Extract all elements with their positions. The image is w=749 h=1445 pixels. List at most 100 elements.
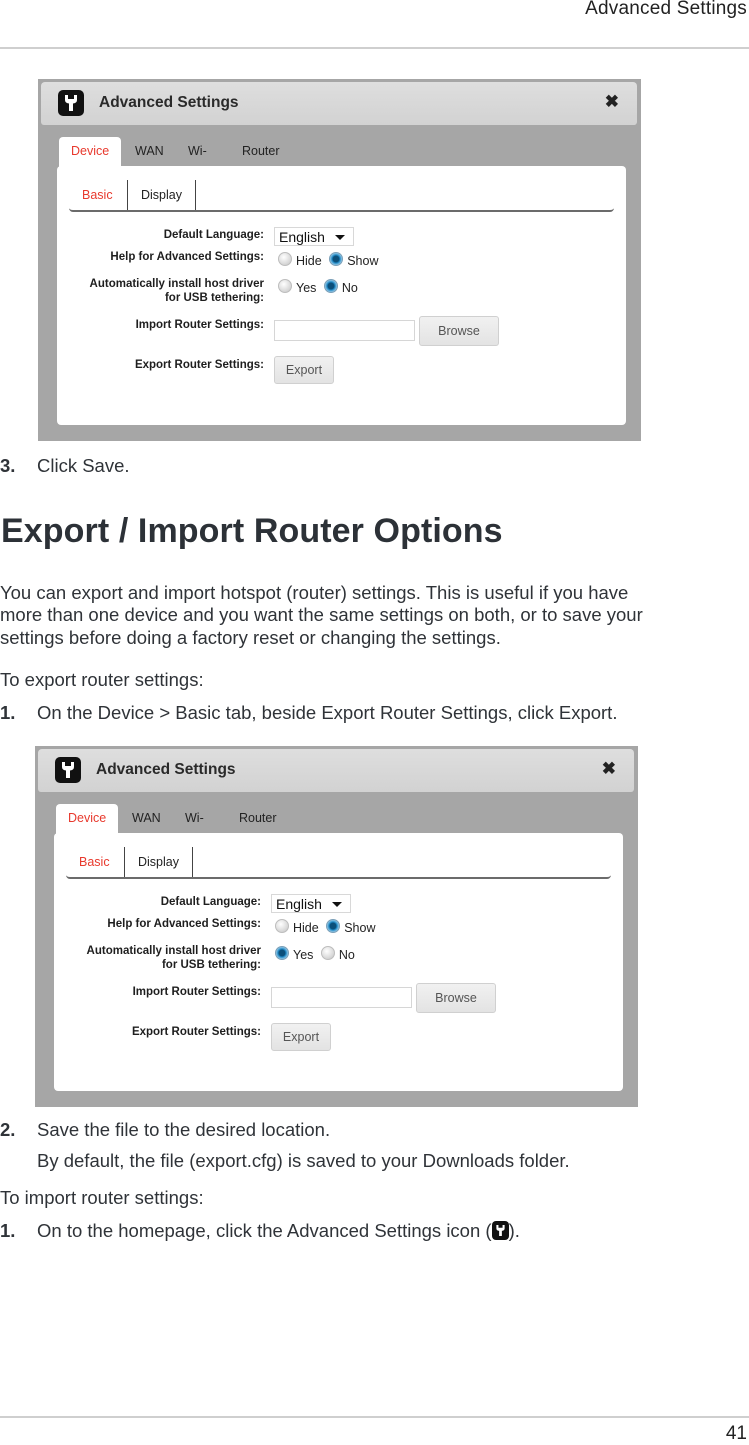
usb-tethering-label: Automatically install host driver for US… xyxy=(90,277,264,305)
step-click-save: 3. Click Save. xyxy=(0,455,130,477)
tab-device[interactable]: Device xyxy=(59,137,122,167)
default-language-label: Default Language: xyxy=(160,896,261,908)
step-text: On the Device > Basic tab, beside Export… xyxy=(37,702,618,723)
export-button[interactable]: Export xyxy=(271,1023,331,1051)
subtab-divider xyxy=(195,180,196,210)
usb-no-label: No xyxy=(341,280,358,295)
tab-device[interactable]: Device xyxy=(56,804,119,834)
sub-tabs: Basic Display xyxy=(69,180,614,212)
default-language-label: Default Language: xyxy=(163,229,264,241)
header-rule xyxy=(0,47,749,49)
tab-wifi[interactable]: Wi-Fi xyxy=(185,804,204,853)
export-step-2: 2. Save the file to the desired location… xyxy=(0,1119,330,1141)
dialog-title: Advanced Settings xyxy=(99,94,239,111)
import-step-1: 1. On to the homepage, click the Advance… xyxy=(0,1220,520,1242)
export-settings-label: Export Router Settings: xyxy=(131,1026,261,1038)
usb-yes-radio[interactable] xyxy=(278,278,292,293)
intro-line-2: more than one device and you want the sa… xyxy=(0,604,643,625)
section-heading: Export / Import Router Options xyxy=(1,512,503,550)
export-note: By default, the file (export.cfg) is sav… xyxy=(37,1150,570,1171)
step-text: Save the file to the desired location. xyxy=(37,1119,331,1140)
step-text: On to the homepage, click the Advanced S… xyxy=(37,1220,520,1242)
import-intro: To import router settings: xyxy=(0,1187,204,1208)
usb-yes-label: Yes xyxy=(296,280,317,295)
wrench-icon xyxy=(58,90,84,116)
help-settings-radio-group: Hide Show xyxy=(275,918,379,935)
default-language-value: English xyxy=(279,229,325,245)
dialog-titlebar: Advanced Settings ✖ xyxy=(38,749,634,792)
tab-router[interactable]: Router xyxy=(242,137,280,167)
help-show-label: Show xyxy=(347,253,379,268)
subtab-divider xyxy=(127,180,128,210)
step-text: Click Save. xyxy=(37,455,130,476)
help-hide-label: Hide xyxy=(296,253,322,268)
help-hide-radio[interactable] xyxy=(275,918,289,933)
usb-yes-radio[interactable] xyxy=(275,945,289,960)
subtab-divider xyxy=(124,847,125,877)
tab-wifi[interactable]: Wi-Fi xyxy=(188,137,207,186)
help-settings-label: Help for Advanced Settings: xyxy=(110,251,264,263)
help-hide-radio[interactable] xyxy=(278,251,292,266)
export-intro: To export router settings: xyxy=(0,669,204,690)
subtab-display[interactable]: Display xyxy=(141,180,182,210)
sub-tabs: Basic Display xyxy=(66,847,611,879)
default-language-select[interactable]: English xyxy=(274,227,354,246)
export-button[interactable]: Export xyxy=(274,356,334,384)
usb-tethering-radio-group: Yes No xyxy=(278,278,362,295)
footer-rule xyxy=(0,1416,749,1418)
subtab-basic[interactable]: Basic xyxy=(79,847,110,877)
step-number: 2. xyxy=(0,1119,16,1140)
usb-no-radio[interactable] xyxy=(320,945,335,960)
usb-tethering-radio-group: Yes No xyxy=(275,945,359,962)
step-text-before: On to the homepage, click the Advanced S… xyxy=(37,1220,492,1241)
dialog-titlebar: Advanced Settings ✖ xyxy=(41,82,637,125)
caret-down-icon xyxy=(335,235,345,240)
tab-router[interactable]: Router xyxy=(239,804,277,834)
export-settings-label: Export Router Settings: xyxy=(134,359,264,371)
usb-tethering-label: Automatically install host driver for US… xyxy=(87,944,261,972)
wrench-icon xyxy=(491,1221,509,1240)
tab-wan[interactable]: WAN xyxy=(135,137,164,167)
settings-panel: Basic Display Default Language: English … xyxy=(54,833,623,1091)
help-hide-label: Hide xyxy=(293,920,319,935)
import-file-input[interactable] xyxy=(271,987,412,1008)
help-show-radio[interactable] xyxy=(326,918,341,933)
step-number: 1. xyxy=(0,702,16,723)
usb-no-label: No xyxy=(338,947,355,962)
step-number: 1. xyxy=(0,1220,16,1241)
close-icon[interactable]: ✖ xyxy=(605,92,619,112)
subtab-basic[interactable]: Basic xyxy=(82,180,113,210)
advanced-settings-screenshot-1: Advanced Settings ✖ Device WAN Wi-Fi Rou… xyxy=(38,79,641,441)
usb-tethering-label-line1: Automatically install host driver xyxy=(89,278,264,290)
help-settings-radio-group: Hide Show xyxy=(278,251,382,268)
browse-button[interactable]: Browse xyxy=(419,316,499,346)
wrench-icon xyxy=(55,757,81,783)
import-settings-label: Import Router Settings: xyxy=(132,986,261,998)
usb-no-radio[interactable] xyxy=(323,278,338,293)
running-header-title: Advanced Settings xyxy=(585,0,747,19)
step-text-after: ). xyxy=(508,1220,520,1241)
step-number: 3. xyxy=(0,455,16,476)
help-show-label: Show xyxy=(344,920,376,935)
usb-tethering-label-line1: Automatically install host driver xyxy=(86,945,261,957)
dialog-title: Advanced Settings xyxy=(96,761,236,778)
advanced-settings-screenshot-2: Advanced Settings ✖ Device WAN Wi-Fi Rou… xyxy=(35,746,638,1107)
help-settings-label: Help for Advanced Settings: xyxy=(107,918,261,930)
help-show-radio[interactable] xyxy=(329,251,344,266)
usb-tethering-label-line2: for USB tethering: xyxy=(164,292,264,304)
default-language-select[interactable]: English xyxy=(271,894,351,913)
export-step-1: 1. On the Device > Basic tab, beside Exp… xyxy=(0,702,617,724)
usb-tethering-label-line2: for USB tethering: xyxy=(161,959,261,971)
subtab-divider xyxy=(192,847,193,877)
intro-line-3: settings before doing a factory reset or… xyxy=(0,627,501,648)
close-icon[interactable]: ✖ xyxy=(602,759,616,779)
subtab-display[interactable]: Display xyxy=(138,847,179,877)
settings-panel: Basic Display Default Language: English … xyxy=(57,166,626,425)
usb-yes-label: Yes xyxy=(293,947,314,962)
caret-down-icon xyxy=(332,902,342,907)
tab-wan[interactable]: WAN xyxy=(132,804,161,834)
browse-button[interactable]: Browse xyxy=(416,983,496,1013)
intro-line-1: You can export and import hotspot (route… xyxy=(0,582,629,603)
import-settings-label: Import Router Settings: xyxy=(135,319,264,331)
import-file-input[interactable] xyxy=(274,320,415,341)
